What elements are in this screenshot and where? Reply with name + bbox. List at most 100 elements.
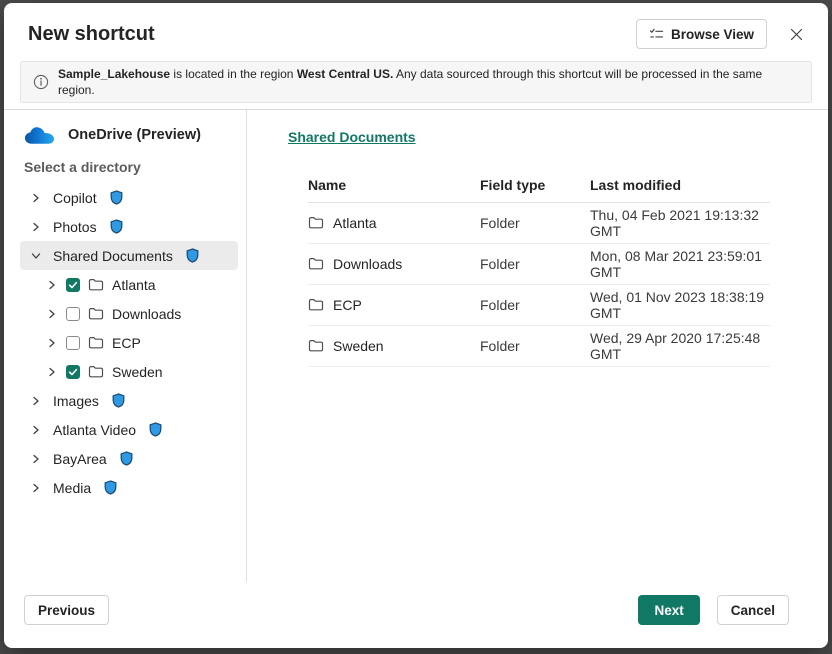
table-row[interactable]: ECP Folder Wed, 01 Nov 2023 18:38:19 GMT (308, 285, 770, 326)
row-last-modified: Thu, 04 Feb 2021 19:13:32 GMT (590, 207, 770, 239)
folder-icon (308, 297, 324, 313)
table-row[interactable]: Atlanta Folder Thu, 04 Feb 2021 19:13:32… (308, 203, 770, 244)
row-name: Sweden (333, 338, 384, 354)
directory-pane: OneDrive (Preview) Select a directory Co… (4, 110, 247, 582)
region-info-banner: Sample_Lakehouse is located in the regio… (20, 61, 812, 103)
tree-item-label: Downloads (112, 306, 181, 322)
banner-text: Sample_Lakehouse is located in the regio… (58, 66, 799, 98)
dialog-header: New shortcut Browse View (4, 3, 828, 57)
folder-icon (308, 215, 324, 231)
info-circle-icon (33, 74, 49, 90)
chevron-right-icon[interactable] (45, 365, 58, 378)
tree-item-ecp[interactable]: ECP (20, 328, 238, 357)
browse-view-button[interactable]: Browse View (636, 19, 767, 49)
column-header-last-modified: Last modified (590, 177, 770, 193)
folder-icon (308, 338, 324, 354)
row-field-type: Folder (480, 256, 590, 272)
table-row[interactable]: Sweden Folder Wed, 29 Apr 2020 17:25:48 … (308, 326, 770, 367)
row-field-type: Folder (480, 215, 590, 231)
tree-item-photos[interactable]: Photos (20, 212, 238, 241)
multiselect-list-icon (649, 27, 664, 42)
folder-icon (88, 306, 104, 322)
shield-icon (120, 451, 133, 466)
folder-icon (88, 277, 104, 293)
tree-item-bayarea[interactable]: BayArea (20, 444, 238, 473)
column-header-name: Name (308, 177, 480, 193)
dialog-body: OneDrive (Preview) Select a directory Co… (4, 110, 828, 582)
tree-item-sweden[interactable]: Sweden (20, 357, 238, 386)
checkbox-unchecked[interactable] (66, 336, 80, 350)
browse-view-label: Browse View (671, 27, 754, 42)
breadcrumb[interactable]: Shared Documents (288, 129, 416, 145)
close-button[interactable] (786, 24, 806, 44)
table-row[interactable]: Downloads Folder Mon, 08 Mar 2021 23:59:… (308, 244, 770, 285)
chevron-right-icon[interactable] (45, 278, 58, 291)
chevron-right-icon[interactable] (29, 452, 42, 465)
region-name: West Central US. (297, 67, 393, 81)
shield-icon (112, 393, 125, 408)
checkbox-checked[interactable] (66, 278, 80, 292)
tree-item-downloads[interactable]: Downloads (20, 299, 238, 328)
row-last-modified: Wed, 01 Nov 2023 18:38:19 GMT (590, 289, 770, 321)
folder-contents-pane: Shared Documents Name Field type Last mo… (247, 110, 828, 582)
tree-item-label: Media (53, 480, 91, 496)
dialog-footer: Previous Next Cancel (4, 582, 828, 648)
tree-item-label: Photos (53, 219, 97, 235)
checkbox-unchecked[interactable] (66, 307, 80, 321)
tree-item-label: Atlanta (112, 277, 156, 293)
row-field-type: Folder (480, 297, 590, 313)
lakehouse-name: Sample_Lakehouse (58, 67, 170, 81)
chevron-right-icon[interactable] (29, 423, 42, 436)
tree-item-shared-documents[interactable]: Shared Documents (20, 241, 238, 270)
tree-item-label: ECP (112, 335, 141, 351)
folder-table: Name Field type Last modified Atlanta Fo… (308, 168, 770, 367)
folder-icon (88, 335, 104, 351)
tree-item-copilot[interactable]: Copilot (20, 183, 238, 212)
directory-tree: Copilot Photos Shared Documents (20, 183, 238, 502)
chevron-down-icon[interactable] (29, 249, 42, 262)
chevron-right-icon[interactable] (29, 191, 42, 204)
shield-icon (110, 190, 123, 205)
source-header: OneDrive (Preview) (20, 120, 238, 148)
app-background: { "dialog": { "title": "New shortcut", "… (0, 0, 832, 654)
chevron-right-icon[interactable] (45, 336, 58, 349)
tree-item-atlanta[interactable]: Atlanta (20, 270, 238, 299)
cancel-button[interactable]: Cancel (717, 595, 789, 625)
tree-item-label: Atlanta Video (53, 422, 136, 438)
table-header-row: Name Field type Last modified (308, 168, 770, 203)
row-last-modified: Wed, 29 Apr 2020 17:25:48 GMT (590, 330, 770, 362)
shield-icon (110, 219, 123, 234)
tree-item-images[interactable]: Images (20, 386, 238, 415)
chevron-right-icon[interactable] (29, 394, 42, 407)
onedrive-cloud-icon (24, 125, 55, 145)
source-label: OneDrive (Preview) (68, 127, 201, 143)
tree-item-label: Copilot (53, 190, 97, 206)
shield-icon (149, 422, 162, 437)
tree-item-label: Images (53, 393, 99, 409)
select-directory-label: Select a directory (20, 148, 238, 180)
next-button[interactable]: Next (638, 595, 699, 625)
shield-icon (104, 480, 117, 495)
row-field-type: Folder (480, 338, 590, 354)
tree-item-label: BayArea (53, 451, 107, 467)
page-title: New shortcut (28, 23, 636, 46)
checkbox-checked[interactable] (66, 365, 80, 379)
tree-item-label: Shared Documents (53, 248, 173, 264)
new-shortcut-dialog: New shortcut Browse View (4, 3, 828, 648)
row-name: Downloads (333, 256, 402, 272)
close-x-icon (789, 27, 804, 42)
folder-icon (88, 364, 104, 380)
tree-item-atlanta-video[interactable]: Atlanta Video (20, 415, 238, 444)
column-header-field-type: Field type (480, 177, 590, 193)
previous-button[interactable]: Previous (24, 595, 109, 625)
chevron-right-icon[interactable] (45, 307, 58, 320)
header-divider (4, 103, 828, 110)
tree-item-media[interactable]: Media (20, 473, 238, 502)
folder-icon (308, 256, 324, 272)
row-name: ECP (333, 297, 362, 313)
shield-icon (186, 248, 199, 263)
chevron-right-icon[interactable] (29, 481, 42, 494)
row-name: Atlanta (333, 215, 377, 231)
row-last-modified: Mon, 08 Mar 2021 23:59:01 GMT (590, 248, 770, 280)
chevron-right-icon[interactable] (29, 220, 42, 233)
